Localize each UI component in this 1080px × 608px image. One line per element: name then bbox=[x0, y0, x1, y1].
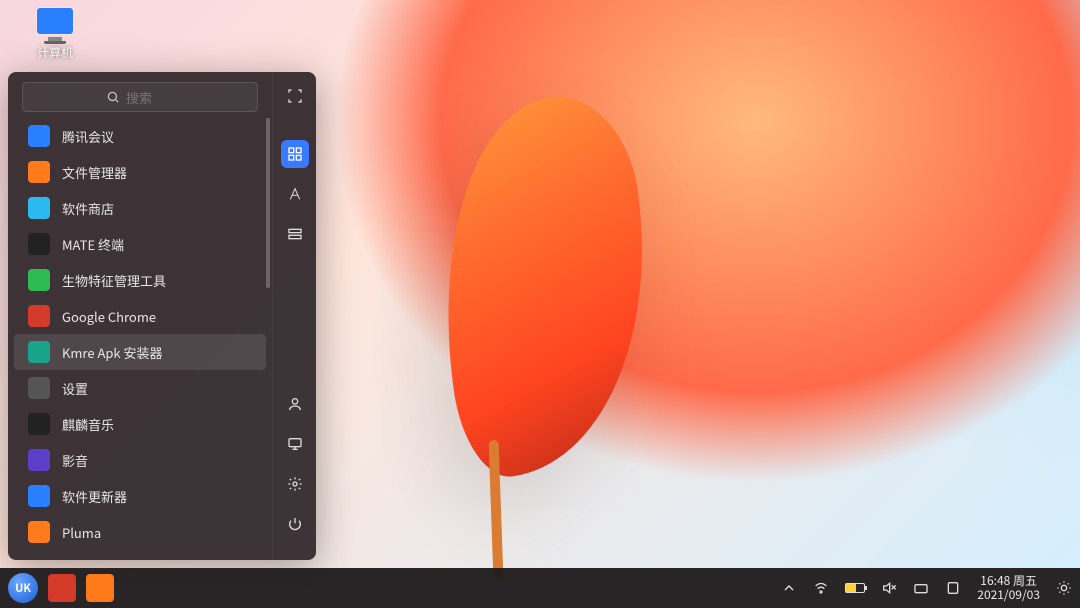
app-item-kmre-apk[interactable]: Kmre Apk 安装器 bbox=[14, 334, 266, 370]
notification-icon[interactable] bbox=[945, 580, 961, 596]
app-item-software-store[interactable]: 软件商店 bbox=[14, 190, 266, 226]
mate-terminal-icon bbox=[28, 233, 50, 255]
expand-button[interactable] bbox=[281, 82, 309, 110]
wifi-icon[interactable] bbox=[813, 580, 829, 596]
app-item-settings[interactable]: 设置 bbox=[14, 370, 266, 406]
night-mode-icon[interactable] bbox=[1056, 580, 1072, 596]
desktop-icon-computer[interactable]: 计算机 bbox=[25, 8, 85, 61]
kylin-music-icon bbox=[28, 413, 50, 435]
view-grid-button[interactable] bbox=[281, 140, 309, 168]
taskbar-clock[interactable]: 16:48 周五 2021/09/03 bbox=[977, 574, 1040, 602]
app-item-label: 设置 bbox=[62, 379, 88, 398]
taskbar-app-chrome[interactable] bbox=[48, 574, 76, 602]
display-button[interactable] bbox=[281, 430, 309, 458]
software-store-icon bbox=[28, 197, 50, 219]
app-item-file-manager[interactable]: 文件管理器 bbox=[14, 154, 266, 190]
start-menu-rail bbox=[272, 72, 316, 560]
app-item-label: 软件更新器 bbox=[62, 487, 127, 506]
app-item-tencent-meeting[interactable]: 腾讯会议 bbox=[14, 118, 266, 154]
start-menu-app-list: 腾讯会议文件管理器软件商店 MATE 终端生物特征管理工具 Google Chrom… bbox=[8, 118, 272, 554]
app-item-biometrics[interactable]: 生物特征管理工具 bbox=[14, 262, 266, 298]
scrollbar[interactable] bbox=[266, 118, 270, 288]
expand-icon bbox=[287, 88, 303, 104]
keyboard-icon[interactable] bbox=[913, 580, 929, 596]
app-item-label: Google Chrome bbox=[62, 307, 156, 326]
app-item-label: 文件管理器 bbox=[62, 163, 127, 182]
battery-icon[interactable] bbox=[845, 583, 865, 593]
video-icon bbox=[28, 449, 50, 471]
search-icon bbox=[106, 90, 120, 104]
app-item-label: MATE 终端 bbox=[62, 235, 124, 254]
app-item-label: 腾讯会议 bbox=[62, 127, 114, 146]
gear-icon bbox=[287, 476, 303, 492]
file-manager-icon bbox=[28, 161, 50, 183]
app-item-label: 影音 bbox=[62, 451, 88, 470]
letter-a-icon bbox=[287, 186, 303, 202]
desktop-icon-label: 计算机 bbox=[37, 44, 73, 61]
app-item-mate-terminal[interactable]: MATE 终端 bbox=[14, 226, 266, 262]
app-item-label: 麒麟音乐 bbox=[62, 415, 114, 434]
settings-button[interactable] bbox=[281, 470, 309, 498]
settings-icon bbox=[28, 377, 50, 399]
pluma-icon bbox=[28, 521, 50, 543]
software-updater-icon bbox=[28, 485, 50, 507]
view-category-button[interactable] bbox=[281, 220, 309, 248]
app-item-kylin-music[interactable]: 麒麟音乐 bbox=[14, 406, 266, 442]
view-alpha-button[interactable] bbox=[281, 180, 309, 208]
power-button[interactable] bbox=[281, 510, 309, 538]
app-item-software-updater[interactable]: 软件更新器 bbox=[14, 478, 266, 514]
app-item-label: 生物特征管理工具 bbox=[62, 271, 166, 290]
volume-mute-icon[interactable] bbox=[881, 580, 897, 596]
app-item-video[interactable]: 影音 bbox=[14, 442, 266, 478]
app-item-label: Kmre Apk 安装器 bbox=[62, 343, 163, 362]
chevron-up-icon[interactable] bbox=[781, 580, 797, 596]
search-input[interactable] bbox=[126, 88, 174, 107]
app-item-pluma[interactable]: Pluma bbox=[14, 514, 266, 550]
start-menu-search[interactable] bbox=[22, 82, 258, 112]
app-item-label: Pluma bbox=[62, 523, 101, 542]
kmre-apk-icon bbox=[28, 341, 50, 363]
start-button[interactable]: UK bbox=[8, 573, 38, 603]
tencent-meeting-icon bbox=[28, 125, 50, 147]
biometrics-icon bbox=[28, 269, 50, 291]
system-tray: 16:48 周五 2021/09/03 bbox=[781, 574, 1072, 602]
user-icon bbox=[287, 396, 303, 412]
monitor-icon bbox=[287, 436, 303, 452]
app-item-google-chrome[interactable]: Google Chrome bbox=[14, 298, 266, 334]
monitor-icon bbox=[37, 8, 73, 34]
taskbar: UK 16:48 周五 2021/09/03 bbox=[0, 568, 1080, 608]
google-chrome-icon bbox=[28, 305, 50, 327]
grid-icon bbox=[287, 146, 303, 162]
start-menu: 腾讯会议文件管理器软件商店 MATE 终端生物特征管理工具 Google Chrom… bbox=[8, 72, 316, 560]
user-button[interactable] bbox=[281, 390, 309, 418]
taskbar-app-file-manager[interactable] bbox=[86, 574, 114, 602]
category-icon bbox=[287, 226, 303, 242]
power-icon bbox=[287, 516, 303, 532]
start-button-logo: UK bbox=[15, 580, 31, 596]
app-item-label: 软件商店 bbox=[62, 199, 114, 218]
